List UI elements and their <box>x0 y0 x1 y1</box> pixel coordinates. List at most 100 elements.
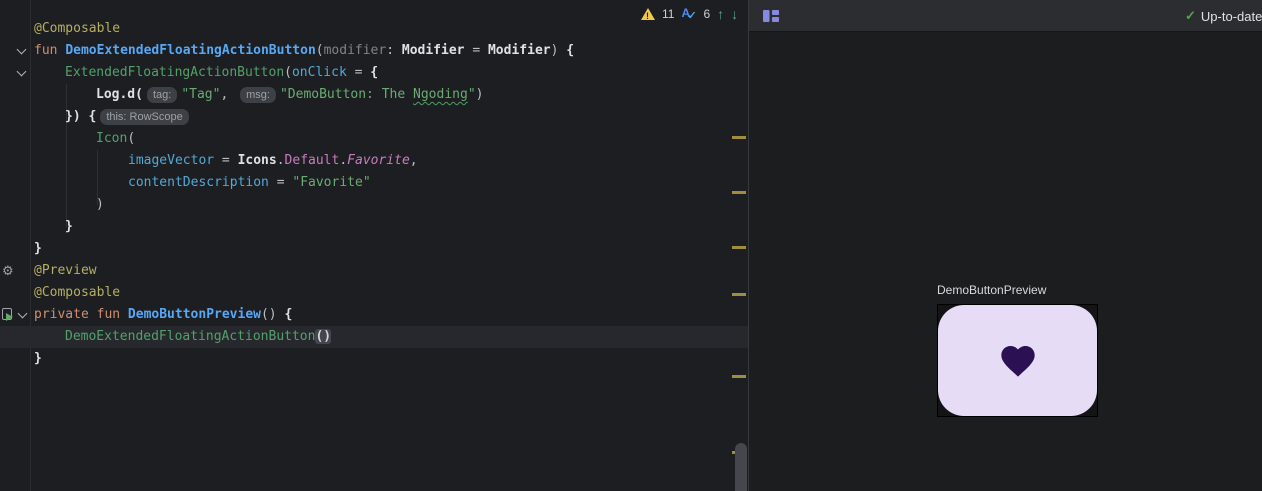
code-line[interactable]: } <box>0 216 748 238</box>
code-line[interactable]: private fun DemoButtonPreview() { <box>0 304 748 326</box>
code-text: @Composable <box>34 282 120 304</box>
code-token: ) <box>475 87 484 102</box>
code-text: } <box>34 216 73 238</box>
gutter-cell <box>0 282 30 304</box>
compose-preview-panel: ✓ Up-to-date DemoButtonPreview <box>749 0 1262 491</box>
code-text: ExtendedFloatingActionButton(onClick = { <box>34 62 378 84</box>
code-token: ) <box>96 197 104 212</box>
code-token: ExtendedFloatingActionButton <box>65 65 285 80</box>
code-text: contentDescription = "Favorite" <box>34 172 371 194</box>
code-line[interactable]: }) {this: RowScope <box>0 106 748 128</box>
gutter-cell <box>0 348 30 370</box>
warning-stripe-mark[interactable] <box>732 293 746 296</box>
code-token: Icons <box>237 153 277 168</box>
code-token: } <box>65 219 73 234</box>
code-token: } <box>34 241 42 256</box>
typo-check-icon[interactable]: A ✓ <box>681 6 696 22</box>
code-line[interactable]: ) <box>0 194 748 216</box>
code-line[interactable]: @Composable <box>0 18 748 40</box>
code-token: { <box>370 65 379 80</box>
inlay-hint-chip: tag: <box>146 87 178 103</box>
gutter-cell <box>0 238 30 260</box>
arrow-up-icon[interactable]: ↑ <box>717 7 724 21</box>
code-token: }) { <box>65 109 97 124</box>
editor-scrollbar-thumb[interactable] <box>735 443 747 491</box>
code-text: ) <box>34 194 104 216</box>
code-line[interactable]: fun DemoExtendedFloatingActionButton(mod… <box>0 40 748 62</box>
code-token: DemoExtendedFloatingActionButton <box>65 43 316 58</box>
warning-stripe-mark[interactable] <box>732 136 746 139</box>
code-token: () <box>315 329 332 344</box>
code-token: " <box>467 87 476 102</box>
fold-chevron-icon[interactable] <box>16 44 27 55</box>
code-token: @Preview <box>34 263 97 278</box>
code-line[interactable]: @Composable <box>0 282 748 304</box>
gutter-cell[interactable] <box>0 40 30 62</box>
code-token: Favorite <box>347 153 410 168</box>
code-line[interactable]: contentDescription = "Favorite" <box>0 172 748 194</box>
code-token: : <box>386 43 402 58</box>
inlay-hint-chip: this: RowScope <box>100 109 189 125</box>
code-line[interactable]: ExtendedFloatingActionButton(onClick = { <box>0 62 748 84</box>
code-token: () <box>260 307 285 322</box>
warning-stripe-mark[interactable] <box>732 191 746 194</box>
code-token: { <box>284 307 293 322</box>
code-token: Modifier <box>487 43 551 58</box>
code-line[interactable]: DemoExtendedFloatingActionButton() <box>0 326 748 348</box>
code-token: fun <box>34 43 66 58</box>
warning-stripe-mark[interactable] <box>732 375 746 378</box>
gear-icon[interactable]: ⚙ <box>2 260 14 282</box>
code-line[interactable]: ⚙ @Preview <box>0 260 748 282</box>
code-line[interactable]: Icon( <box>0 128 748 150</box>
code-token: imageVector <box>128 153 215 168</box>
fold-chevron-icon[interactable] <box>16 66 27 77</box>
code-token: = <box>346 65 371 80</box>
code-text: Log.d(tag: "Tag", msg: "DemoButton: The Ng… <box>34 84 483 106</box>
gutter-cell <box>0 216 30 238</box>
gutter-cell <box>0 128 30 150</box>
code-token: Ngoding <box>413 87 468 102</box>
inlay-hint-chip: msg: <box>240 87 276 103</box>
run-preview-icon[interactable] <box>2 308 13 321</box>
code-token: ( <box>315 43 324 58</box>
code-text: private fun DemoButtonPreview() { <box>34 304 292 326</box>
gutter-cell <box>0 84 30 106</box>
code-token: = <box>268 175 293 190</box>
warning-stripe-mark[interactable] <box>732 246 746 249</box>
code-line[interactable]: } <box>0 348 748 370</box>
code-text: fun DemoExtendedFloatingActionButton(mod… <box>34 40 574 62</box>
code-token: , <box>220 87 237 102</box>
code-token: "Tag" <box>181 87 221 102</box>
fold-chevron-icon[interactable] <box>17 308 28 319</box>
typo-count[interactable]: 6 <box>703 7 710 21</box>
preview-title: DemoButtonPreview <box>937 283 1047 297</box>
build-status[interactable]: ✓ Up-to-date <box>1185 8 1262 24</box>
code-token: ) <box>550 43 567 58</box>
code-token: } <box>34 351 42 366</box>
code-token: onClick <box>291 65 347 80</box>
gutter-cell <box>0 150 30 172</box>
preview-frame <box>937 304 1098 417</box>
warning-count[interactable]: 11 <box>662 7 674 21</box>
extended-fab-preview <box>938 305 1097 416</box>
code-token: Default <box>284 153 340 168</box>
grid-view-icon[interactable] <box>763 9 779 23</box>
preview-toolbar: ✓ Up-to-date <box>749 0 1262 32</box>
code-line[interactable]: Log.d(tag: "Tag", msg: "DemoButton: The Ng… <box>0 84 748 106</box>
error-stripe <box>732 0 748 491</box>
gutter-cell <box>0 18 30 40</box>
code-editor[interactable]: @Composable fun DemoExtendedFloatingActio… <box>0 0 748 491</box>
gutter-cell[interactable] <box>0 62 30 84</box>
code-text: }) {this: RowScope <box>34 106 193 128</box>
code-token: modifier <box>323 43 387 58</box>
gutter-cell[interactable] <box>0 304 30 326</box>
gutter-cell <box>0 326 30 348</box>
gutter-cell[interactable]: ⚙ <box>0 260 30 282</box>
code-line[interactable]: } <box>0 238 748 260</box>
warning-triangle-icon[interactable]: ! <box>641 8 655 21</box>
code-token: = <box>214 153 238 168</box>
code-line[interactable]: imageVector = Icons.Default.Favorite, <box>0 150 748 172</box>
code-text: @Composable <box>34 18 120 40</box>
favorite-heart-icon <box>1000 345 1035 377</box>
gutter-cell <box>0 106 30 128</box>
